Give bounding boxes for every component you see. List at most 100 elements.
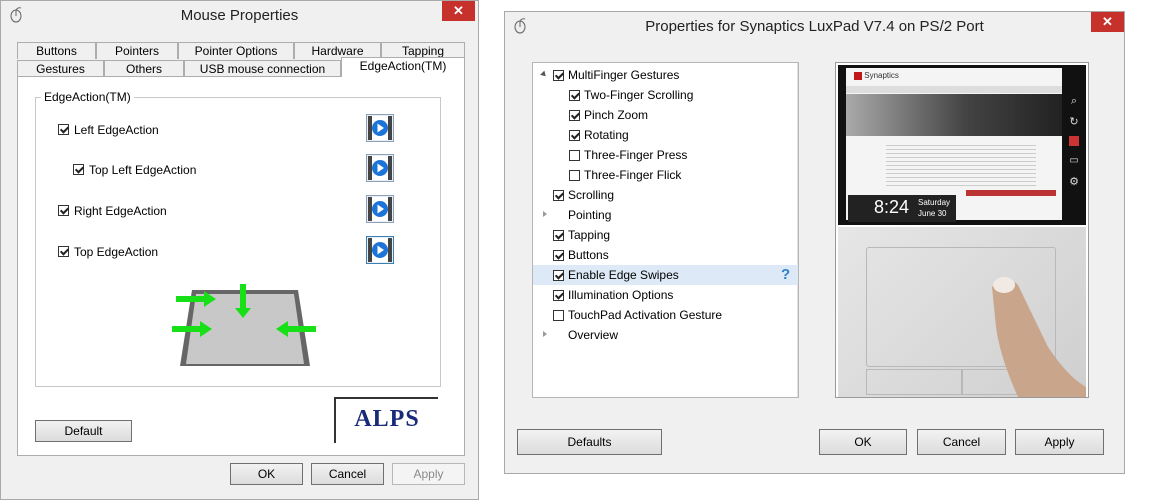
left-edgeaction-label: Left EdgeAction bbox=[74, 122, 159, 137]
title-bar: Mouse Properties ✕ bbox=[1, 1, 478, 30]
apply-button[interactable]: Apply bbox=[392, 463, 465, 485]
preview-red-bar bbox=[966, 190, 1056, 196]
right-edgeaction-checkbox[interactable] bbox=[58, 205, 69, 217]
preview-lockscreen: 8:24 Saturday June 30 bbox=[848, 195, 956, 222]
alps-logo: ALPS bbox=[334, 397, 438, 443]
tree-item-overview[interactable]: Overview bbox=[533, 325, 798, 345]
cancel-button[interactable]: Cancel bbox=[917, 429, 1006, 455]
checkbox[interactable] bbox=[553, 70, 564, 82]
tab-panel: EdgeAction(TM) Left EdgeAction Top Left … bbox=[17, 76, 465, 456]
finger-image bbox=[992, 277, 1086, 397]
checkbox[interactable] bbox=[553, 270, 564, 282]
ok-button[interactable]: OK bbox=[230, 463, 303, 485]
right-edgeaction-label: Right EdgeAction bbox=[74, 203, 167, 218]
checkbox[interactable] bbox=[569, 110, 580, 122]
preview-banner bbox=[846, 94, 1062, 136]
checkbox[interactable] bbox=[569, 170, 580, 182]
tree-item-label: TouchPad Activation Gesture bbox=[568, 308, 723, 322]
tree-item-tapping[interactable]: Tapping bbox=[533, 225, 798, 245]
cancel-button[interactable]: Cancel bbox=[311, 463, 384, 485]
tree-item-buttons[interactable]: Buttons bbox=[533, 245, 798, 265]
top-left-edgeaction-video-button[interactable] bbox=[366, 154, 394, 182]
tree-item-label: Buttons bbox=[568, 248, 609, 262]
right-edgeaction-option[interactable]: Right EdgeAction bbox=[58, 203, 167, 218]
play-video-icon bbox=[368, 116, 392, 140]
top-left-edgeaction-checkbox[interactable] bbox=[73, 164, 84, 176]
tab-buttons[interactable]: Buttons bbox=[17, 42, 96, 59]
tab-others[interactable]: Others bbox=[104, 60, 184, 77]
checkbox[interactable] bbox=[569, 130, 580, 142]
play-video-icon bbox=[368, 197, 392, 221]
tree-item-pointing[interactable]: Pointing bbox=[533, 205, 798, 225]
window-title: Properties for Synaptics LuxPad V7.4 on … bbox=[645, 18, 984, 35]
left-edgeaction-option[interactable]: Left EdgeAction bbox=[58, 122, 159, 137]
preview-content bbox=[886, 142, 1036, 188]
collapsed-arrow-icon[interactable] bbox=[543, 331, 547, 337]
top-edgeaction-label: Top EdgeAction bbox=[74, 244, 159, 259]
checkbox[interactable] bbox=[553, 190, 564, 202]
top-left-edgeaction-option[interactable]: Top Left EdgeAction bbox=[73, 162, 196, 177]
top-left-edgeaction-label: Top Left EdgeAction bbox=[89, 162, 197, 177]
tree-item-label: Enable Edge Swipes bbox=[568, 268, 679, 282]
preview-touchpad bbox=[838, 227, 1086, 397]
alps-logo-text: ALPS bbox=[354, 406, 420, 432]
touchpad-illustration bbox=[172, 284, 316, 366]
tree-item-rotating[interactable]: Rotating bbox=[533, 125, 798, 145]
close-button[interactable]: ✕ bbox=[442, 1, 475, 21]
default-button[interactable]: Default bbox=[35, 420, 132, 442]
tree-item-touchpad-activation-gesture[interactable]: TouchPad Activation Gesture bbox=[533, 305, 798, 325]
help-icon[interactable]: ? bbox=[781, 265, 790, 285]
checkbox[interactable] bbox=[553, 290, 564, 302]
tree-item-label: Two-Finger Scrolling bbox=[584, 88, 694, 102]
expanded-arrow-icon[interactable] bbox=[540, 70, 548, 79]
charms-bar: ⌕ ↻ ▭ ⚙ bbox=[1064, 95, 1084, 215]
checkbox[interactable] bbox=[569, 150, 580, 162]
close-button[interactable]: ✕ bbox=[1091, 12, 1124, 32]
tree-item-three-finger-flick[interactable]: Three-Finger Flick bbox=[533, 165, 798, 185]
tree-item-label: MultiFinger Gestures bbox=[568, 68, 680, 82]
checkbox[interactable] bbox=[553, 250, 564, 262]
left-edgeaction-checkbox[interactable] bbox=[58, 124, 69, 136]
top-edgeaction-video-button[interactable] bbox=[366, 236, 394, 264]
preview-screen: Synaptics 8:24 Saturday June 30 ⌕ ↻ ▭ ⚙ bbox=[838, 65, 1086, 225]
checkbox[interactable] bbox=[569, 90, 580, 102]
gesture-preview: Synaptics 8:24 Saturday June 30 ⌕ ↻ ▭ ⚙ bbox=[835, 62, 1089, 398]
tree-item-label: Overview bbox=[568, 328, 619, 342]
collapsed-arrow-icon[interactable] bbox=[543, 211, 547, 217]
title-bar: Properties for Synaptics LuxPad V7.4 on … bbox=[505, 12, 1124, 41]
right-edgeaction-video-button[interactable] bbox=[366, 195, 394, 223]
tree-item-label: Tapping bbox=[568, 228, 611, 242]
tab-pointer-options[interactable]: Pointer Options bbox=[178, 42, 294, 59]
search-charm-icon: ⌕ bbox=[1070, 95, 1078, 107]
settings-tree: MultiFinger Gestures Two-Finger Scrollin… bbox=[532, 62, 799, 398]
apply-button[interactable]: Apply bbox=[1015, 429, 1104, 455]
tab-pointers[interactable]: Pointers bbox=[96, 42, 178, 59]
top-edgeaction-checkbox[interactable] bbox=[58, 246, 69, 258]
tab-edgeaction[interactable]: EdgeAction(TM) bbox=[341, 57, 465, 77]
tree-item-label: Illumination Options bbox=[568, 288, 674, 302]
tree-item-pinch-zoom[interactable]: Pinch Zoom bbox=[533, 105, 798, 125]
tree-item-three-finger-press[interactable]: Three-Finger Press bbox=[533, 145, 798, 165]
checkbox[interactable] bbox=[553, 310, 564, 322]
tab-gestures[interactable]: Gestures bbox=[17, 60, 104, 77]
synaptics-properties-window: Properties for Synaptics LuxPad V7.4 on … bbox=[504, 11, 1125, 474]
top-edgeaction-option[interactable]: Top EdgeAction bbox=[58, 244, 158, 259]
touchpad-left-button bbox=[866, 369, 962, 395]
preview-nav bbox=[846, 86, 1062, 93]
ok-button[interactable]: OK bbox=[819, 429, 907, 455]
tab-usb-mouse-connection[interactable]: USB mouse connection bbox=[184, 60, 341, 77]
defaults-button[interactable]: Defaults bbox=[517, 429, 662, 455]
tree-item-two-finger-scrolling[interactable]: Two-Finger Scrolling bbox=[533, 85, 798, 105]
play-video-icon bbox=[368, 156, 392, 180]
synaptics-logo: Synaptics bbox=[854, 71, 899, 80]
settings-charm-icon: ⚙ bbox=[1069, 176, 1079, 188]
tree-item-scrolling[interactable]: Scrolling bbox=[533, 185, 798, 205]
tree-item-illumination-options[interactable]: Illumination Options bbox=[533, 285, 798, 305]
tree-item-label: Scrolling bbox=[568, 188, 615, 202]
checkbox[interactable] bbox=[553, 230, 564, 242]
tree-item-multifinger-gestures[interactable]: MultiFinger Gestures bbox=[533, 65, 798, 85]
left-edgeaction-video-button[interactable] bbox=[366, 114, 394, 142]
play-video-icon bbox=[368, 238, 392, 262]
tree-item-enable-edge-swipes[interactable]: Enable Edge Swipes ? bbox=[533, 265, 798, 285]
tree-item-label: Three-Finger Flick bbox=[584, 168, 682, 182]
